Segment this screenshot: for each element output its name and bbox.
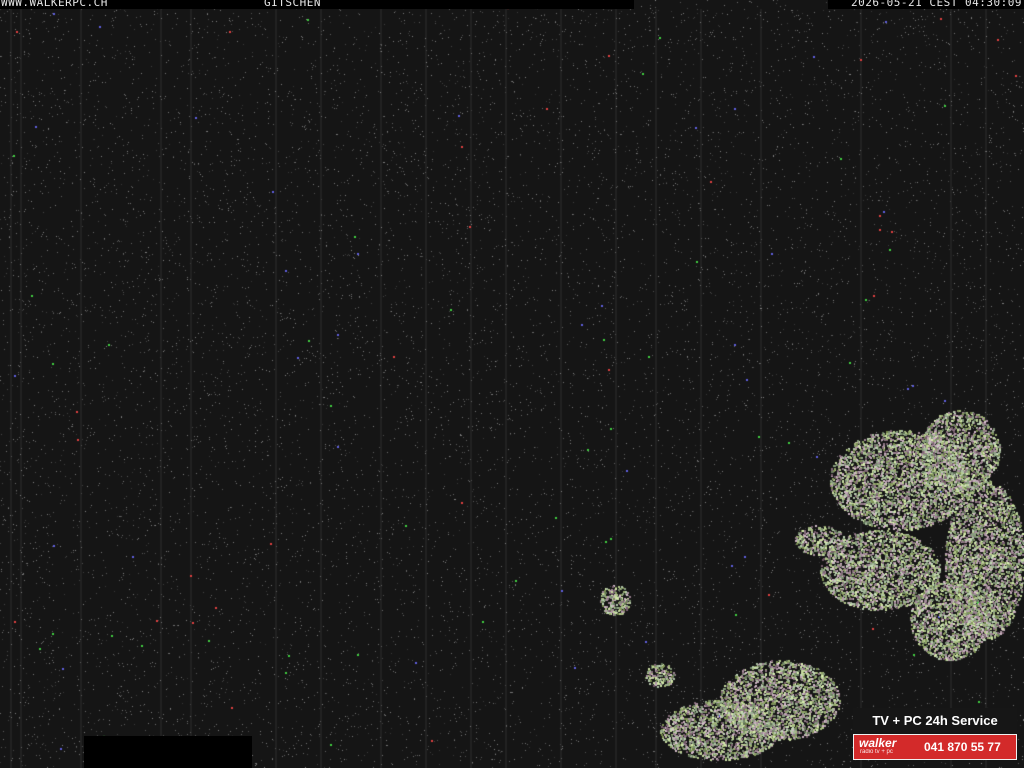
site-url-label: WWW.WALKERPC.CH — [1, 0, 108, 9]
ad-service-text: TV + PC 24h Service — [853, 708, 1017, 734]
ad-phone-number: 041 870 55 77 — [924, 740, 1001, 754]
location-label: GITSCHEN — [264, 0, 321, 9]
brand-logo: walker — [859, 736, 897, 750]
webcam-frame: WWW.WALKERPC.CH GITSCHEN 2026-05-21 CEST… — [0, 0, 1024, 768]
night-scene-image — [0, 0, 1024, 768]
timestamp-label: 2026-05-21 CEST 04:30:09 — [851, 0, 1022, 9]
ad-banner: TV + PC 24h Service walker radio tv + pc… — [853, 708, 1017, 762]
ad-contact-strip: walker radio tv + pc 041 870 55 77 — [853, 734, 1017, 760]
black-mask-block — [84, 736, 252, 768]
brand-tagline: radio tv + pc — [860, 749, 893, 755]
